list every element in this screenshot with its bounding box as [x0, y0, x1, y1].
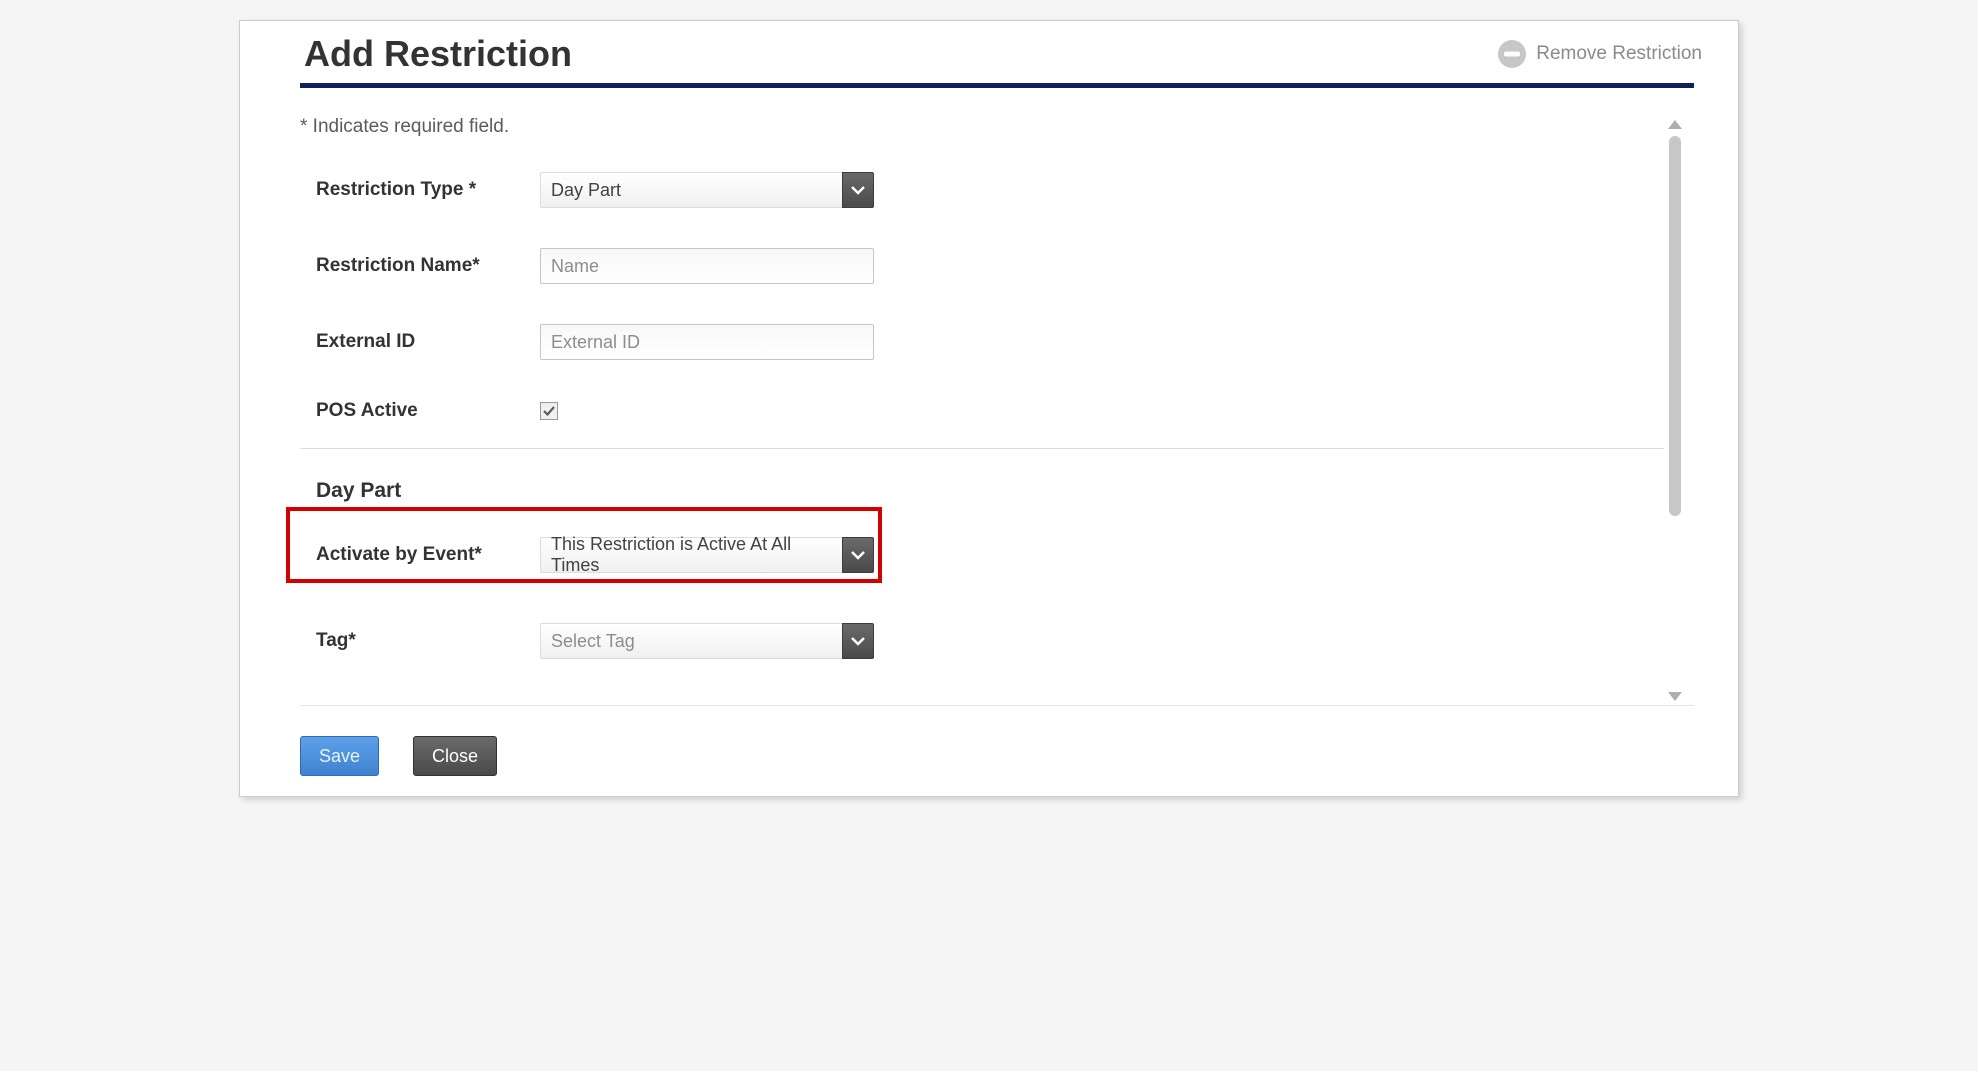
activate-by-event-dropdown[interactable]: This Restriction is Active At All Times	[540, 537, 874, 573]
activate-by-event-dropdown-toggle[interactable]	[842, 537, 874, 573]
dialog-content: * Indicates required field. Restriction …	[240, 88, 1738, 706]
restriction-type-value: Day Part	[540, 172, 842, 208]
close-button[interactable]: Close	[413, 736, 497, 776]
tag-dropdown-toggle[interactable]	[842, 623, 874, 659]
restriction-type-row: Restriction Type * Day Part	[300, 172, 1664, 208]
dialog-footer: Save Close	[240, 706, 1738, 776]
remove-restriction-button[interactable]: Remove Restriction	[1498, 40, 1702, 68]
chevron-down-icon	[850, 185, 866, 195]
external-id-row: External ID	[300, 324, 1664, 360]
scroll-up-arrow-icon[interactable]	[1668, 120, 1682, 129]
scroll-down-arrow-icon[interactable]	[1668, 692, 1682, 701]
add-restriction-dialog: Add Restriction Remove Restriction * Ind…	[239, 20, 1739, 797]
restriction-type-dropdown-toggle[interactable]	[842, 172, 874, 208]
restriction-name-row: Restriction Name*	[300, 248, 1664, 284]
pos-active-checkbox[interactable]	[540, 402, 558, 420]
vertical-scrollbar[interactable]	[1666, 116, 1684, 705]
activate-by-event-row: Activate by Event* This Restriction is A…	[300, 537, 1664, 573]
scroll-thumb[interactable]	[1669, 136, 1681, 516]
form-scroll-area: * Indicates required field. Restriction …	[300, 116, 1694, 706]
restriction-name-input[interactable]	[540, 248, 874, 284]
tag-label: Tag*	[316, 630, 540, 652]
pos-active-label: POS Active	[316, 400, 540, 422]
chevron-down-icon	[850, 550, 866, 560]
remove-icon	[1498, 40, 1526, 68]
external-id-input[interactable]	[540, 324, 874, 360]
day-part-section-title: Day Part	[316, 479, 1664, 503]
external-id-label: External ID	[316, 331, 540, 353]
section-divider	[300, 448, 1664, 449]
tag-dropdown[interactable]: Select Tag	[540, 623, 874, 659]
chevron-down-icon	[850, 636, 866, 646]
page-title: Add Restriction	[304, 33, 572, 75]
save-button[interactable]: Save	[300, 736, 379, 776]
check-icon	[542, 405, 556, 417]
restriction-type-dropdown[interactable]: Day Part	[540, 172, 874, 208]
pos-active-row: POS Active	[300, 400, 1664, 422]
remove-restriction-label: Remove Restriction	[1536, 43, 1702, 65]
activate-by-event-label: Activate by Event*	[316, 544, 540, 566]
activate-by-event-value: This Restriction is Active At All Times	[540, 537, 842, 573]
restriction-name-label: Restriction Name*	[316, 255, 540, 277]
tag-value: Select Tag	[540, 623, 842, 659]
dialog-header: Add Restriction Remove Restriction	[240, 21, 1738, 83]
tag-row: Tag* Select Tag	[300, 623, 1664, 659]
restriction-type-label: Restriction Type *	[316, 179, 540, 201]
required-field-note: * Indicates required field.	[300, 116, 1664, 138]
